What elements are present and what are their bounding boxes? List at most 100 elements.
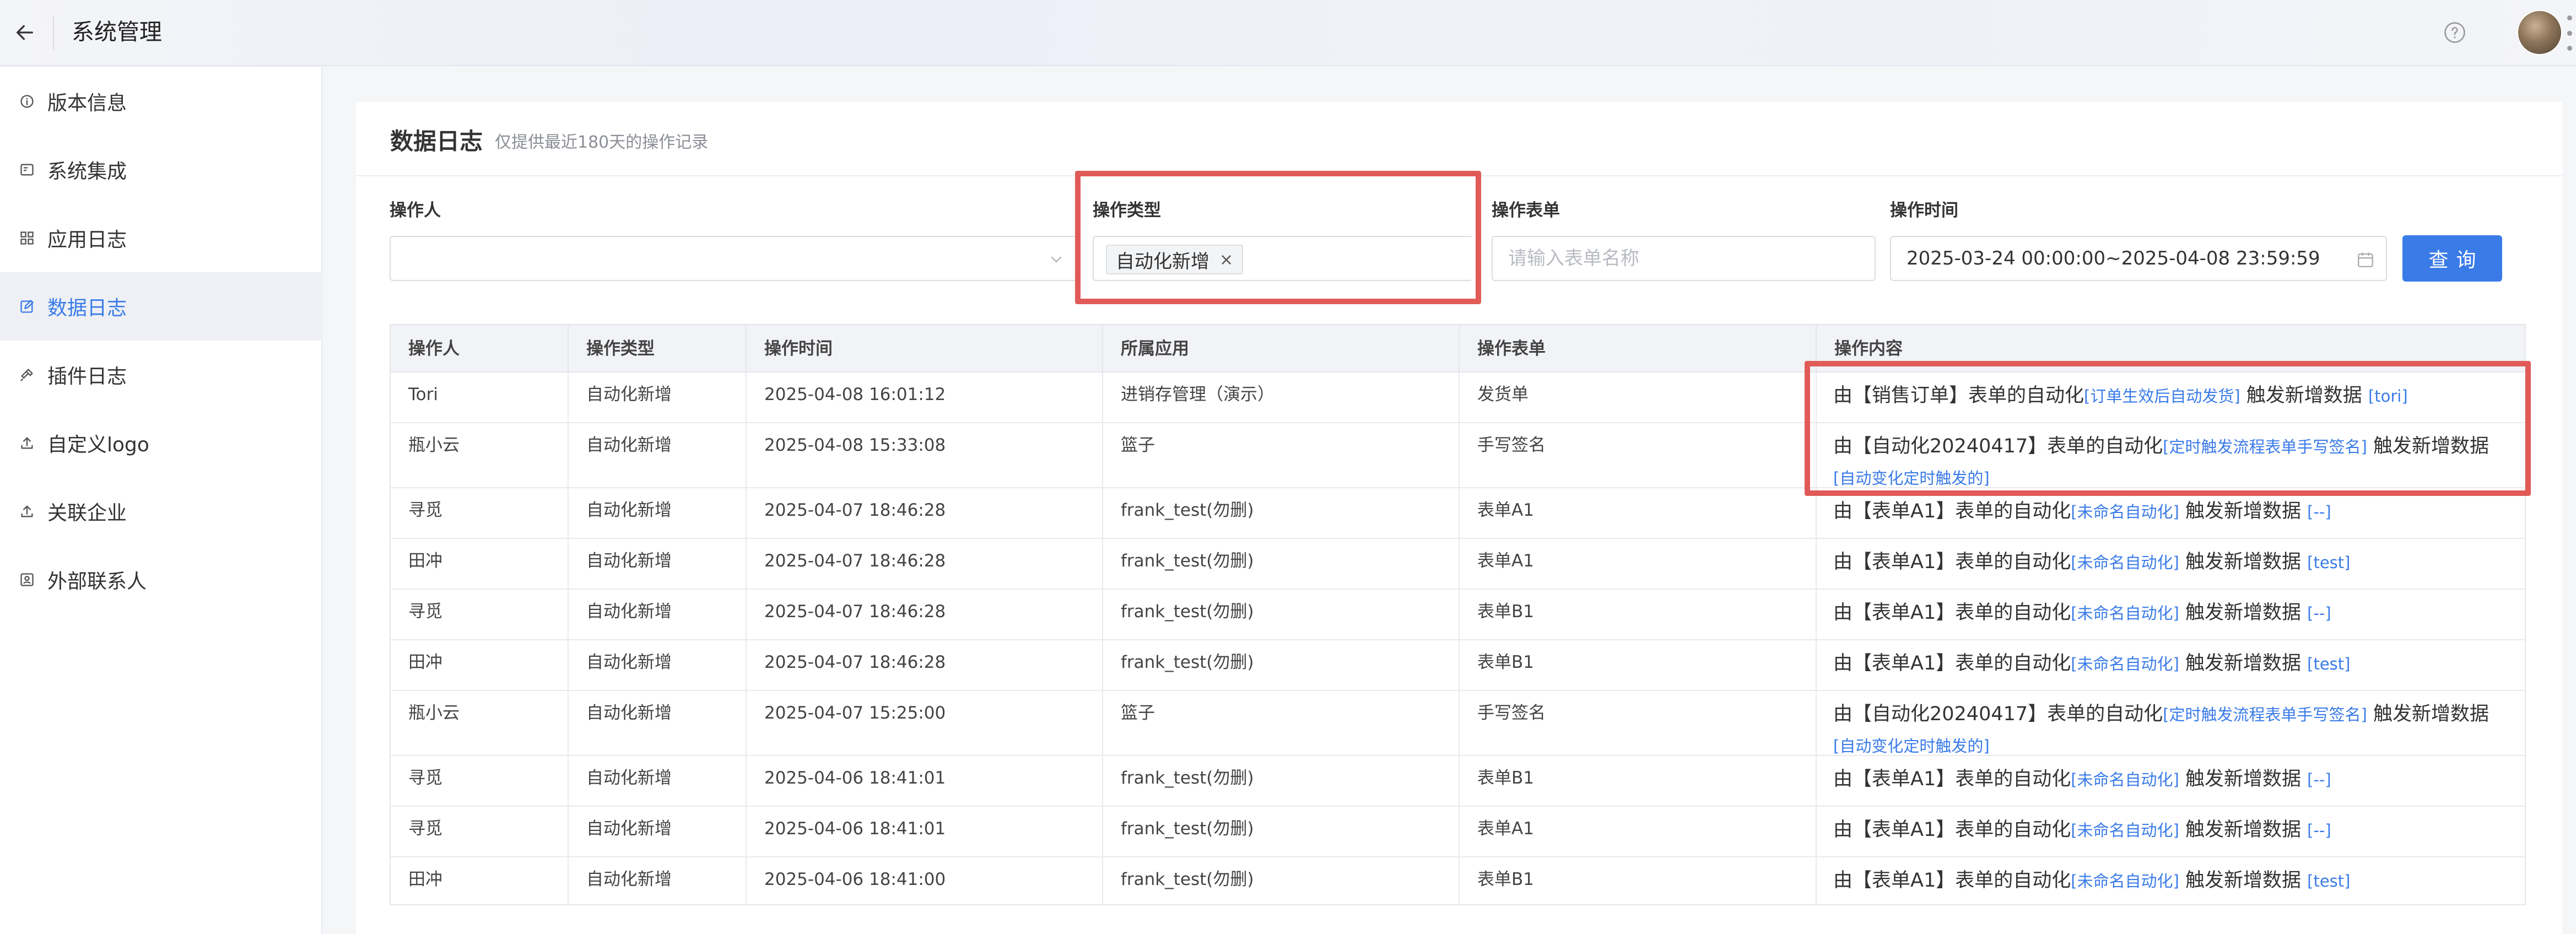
cell-app: frank_test(勿删) [1103,640,1460,690]
form-name-input-field[interactable] [1493,237,1875,280]
cell-time: 2025-04-08 16:01:12 [747,372,1103,422]
sidebar-item-label: 关联企业 [47,502,127,525]
cell-operator: 瓶小云 [391,691,569,755]
content-text: 触发新增数据 [2185,551,2302,573]
record-link[interactable]: [--] [2307,604,2331,623]
cell-time: 2025-04-06 18:41:00 [747,857,1103,905]
table-row[interactable]: Tori 自动化新增 2025-04-08 16:01:12 进销存管理（演示）… [391,372,2525,423]
cell-app: frank_test(勿删) [1103,488,1460,538]
sidebar-item-app-log[interactable]: 应用日志 [0,204,322,272]
content-text: 触发新增数据 [2185,500,2302,522]
cell-type: 自动化新增 [569,857,747,905]
cell-content: 由【表单A1】表单的自动化[未命名自动化] 触发新增数据 [test] [1817,539,2526,589]
table-row[interactable]: 田冲 自动化新增 2025-04-07 18:46:28 frank_test(… [391,539,2525,590]
automation-link[interactable]: [定时触发流程表单手写签名] [2163,438,2367,456]
table-row[interactable]: 寻觅 自动化新增 2025-04-07 18:46:28 frank_test(… [391,488,2525,539]
table-row[interactable]: 田冲 自动化新增 2025-04-07 18:46:28 frank_test(… [391,640,2525,691]
content-text: 由【表单A1】表单的自动化 [1833,551,2071,573]
back-arrow-icon[interactable] [6,13,44,52]
column-header-time: 操作时间 [747,325,1103,372]
content-text: 触发新增数据 [2373,435,2489,457]
automation-link[interactable]: [订单生效后自动发货] [2084,387,2240,406]
cell-operator: 田冲 [391,857,569,905]
more-menu-icon[interactable] [2566,15,2573,51]
automation-link[interactable]: [未命名自动化] [2071,770,2179,789]
date-range-picker[interactable]: 2025-03-24 00:00:00~2025-04-08 23:59:59 [1890,236,2387,281]
operation-form-label: 操作表单 [1492,201,1560,220]
record-link[interactable]: [test] [2307,655,2350,673]
cell-content: 由【表单A1】表单的自动化[未命名自动化] 触发新增数据 [--] [1817,756,2526,806]
record-link[interactable]: [test] [2307,553,2350,572]
content-text: 由【自动化20240417】表单的自动化 [1833,703,2163,725]
record-link[interactable]: [自动变化定时触发的] [1833,469,1990,487]
automation-link[interactable]: [未命名自动化] [2071,503,2179,521]
sidebar-item-plugin-log[interactable]: 插件日志 [0,341,322,409]
operation-type-select[interactable]: 自动化新增 × [1093,236,1473,281]
record-link[interactable]: [test] [2307,872,2350,890]
record-link[interactable]: [--] [2307,503,2331,521]
automation-link[interactable]: [未命名自动化] [2071,821,2179,840]
help-icon[interactable] [2441,19,2469,46]
sidebar-item-data-log[interactable]: 数据日志 [0,272,322,341]
automation-link[interactable]: [定时触发流程表单手写签名] [2163,705,2367,724]
query-button[interactable]: 查询 [2402,235,2502,282]
record-link[interactable]: [--] [2307,770,2331,789]
table-row[interactable]: 瓶小云 自动化新增 2025-04-08 15:33:08 篮子 手写签名 由【… [391,423,2525,488]
operation-time-label: 操作时间 [1890,201,1958,220]
table-row[interactable]: 田冲 自动化新增 2025-04-06 18:41:00 frank_test(… [391,857,2525,905]
sidebar-item-custom-logo[interactable]: 自定义logo [0,409,322,477]
cell-operator: 瓶小云 [391,423,569,487]
content-text: 由【自动化20240417】表单的自动化 [1833,435,2163,457]
automation-link[interactable]: [未命名自动化] [2071,553,2179,572]
tag-label: 自动化新增 [1116,250,1209,273]
cell-app: frank_test(勿删) [1103,539,1460,589]
sidebar-item-version-info[interactable]: 版本信息 [0,67,322,136]
tag-close-icon[interactable]: × [1219,250,1233,269]
page-subtitle: 仅提供最近180天的操作记录 [495,133,709,152]
user-avatar[interactable] [2517,10,2562,55]
automation-link[interactable]: [未命名自动化] [2071,604,2179,623]
column-header-type: 操作类型 [569,325,747,372]
record-link[interactable]: [--] [2307,821,2331,840]
sidebar-item-label: 系统集成 [47,160,127,183]
table-row[interactable]: 寻觅 自动化新增 2025-04-06 18:41:01 frank_test(… [391,756,2525,807]
table-row[interactable]: 寻觅 自动化新增 2025-04-06 18:41:01 frank_test(… [391,807,2525,857]
content-text: 触发新增数据 [2373,703,2489,725]
cell-type: 自动化新增 [569,590,747,639]
record-link[interactable]: [tori] [2368,387,2408,406]
sidebar-item-label: 数据日志 [47,297,127,320]
sidebar-item-system-integration[interactable]: 系统集成 [0,136,322,204]
cell-form: 手写签名 [1460,423,1817,487]
table-header: 操作人 操作类型 操作时间 所属应用 操作表单 操作内容 [391,325,2525,372]
cell-type: 自动化新增 [569,372,747,422]
cell-type: 自动化新增 [569,539,747,589]
sidebar-item-linked-enterprise[interactable]: 关联企业 [0,477,322,546]
automation-link[interactable]: [未命名自动化] [2071,872,2179,890]
edit-log-icon [19,298,35,315]
content-text: 触发新增数据 [2185,870,2302,892]
upload-icon [19,435,35,451]
cell-content: 由【自动化20240417】表单的自动化[定时触发流程表单手写签名] 触发新增数… [1817,423,2526,487]
operator-select[interactable] [390,236,1078,281]
cell-app: frank_test(勿删) [1103,756,1460,806]
table-row[interactable]: 瓶小云 自动化新增 2025-04-07 15:25:00 篮子 手写签名 由【… [391,691,2525,756]
cell-time: 2025-04-06 18:41:01 [747,807,1103,856]
cell-content: 由【表单A1】表单的自动化[未命名自动化] 触发新增数据 [test] [1817,857,2526,905]
cell-operator: 寻觅 [391,488,569,538]
cell-form: 手写签名 [1460,691,1817,755]
chevron-down-icon [1047,250,1065,268]
top-bar: 系统管理 [0,0,2576,66]
sidebar: 版本信息 系统集成 应用日志 数据日志 插件日志 自定义logo 关联企业 外部… [0,67,322,934]
form-name-input[interactable] [1492,236,1876,281]
info-icon [19,93,35,110]
automation-link[interactable]: [未命名自动化] [2071,655,2179,673]
sidebar-item-external-contacts[interactable]: 外部联系人 [0,546,322,614]
content-text: 由【表单A1】表单的自动化 [1833,500,2071,522]
content-text: 触发新增数据 [2246,385,2362,407]
cell-operator: 田冲 [391,640,569,690]
card-header: 数据日志 仅提供最近180天的操作记录 [356,102,2562,176]
cell-operator: 寻觅 [391,756,569,806]
cell-time: 2025-04-08 15:33:08 [747,423,1103,487]
table-row[interactable]: 寻觅 自动化新增 2025-04-07 18:46:28 frank_test(… [391,590,2525,640]
record-link[interactable]: [自动变化定时触发的] [1833,737,1990,755]
